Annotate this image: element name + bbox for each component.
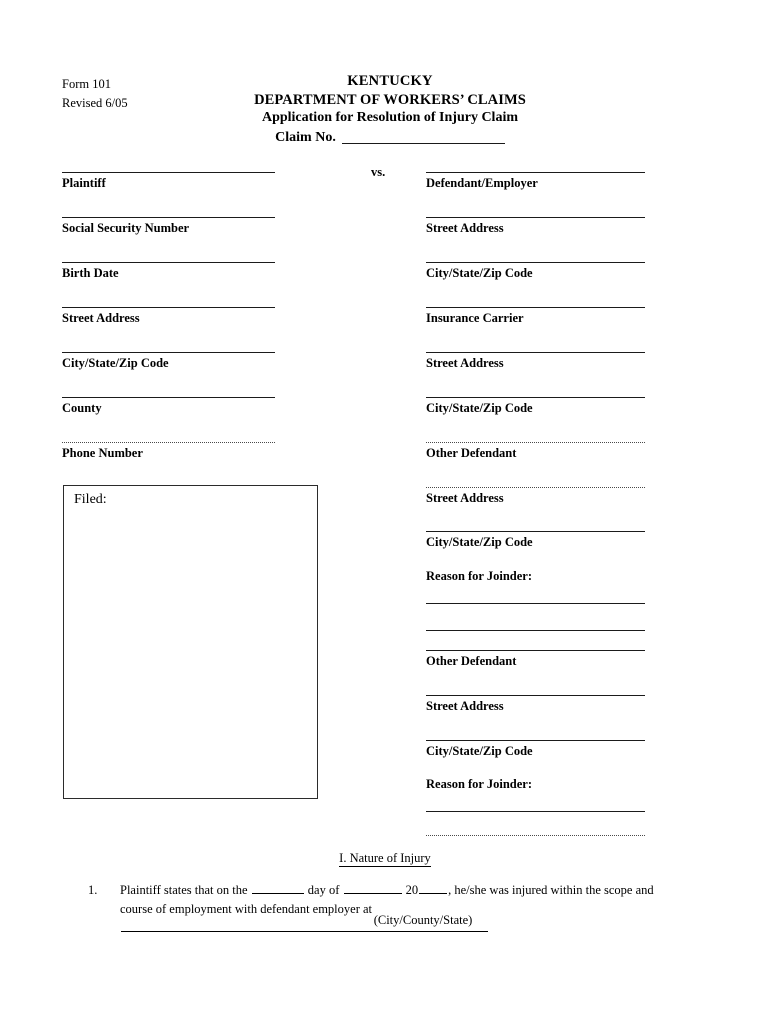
field-carrier-city-state-zip: City/State/Zip Code — [426, 397, 645, 416]
other-defendant-1-street-address-label: Street Address — [426, 491, 504, 505]
other-defendant-2-street-address-label: Street Address — [426, 699, 504, 713]
field-other-defendant-1-street-address: Street Address — [426, 487, 645, 506]
field-county: County — [62, 397, 275, 416]
form-meta: Form 101 Revised 6/05 — [62, 75, 128, 113]
injury-location-caption: (City/County/State) — [373, 913, 473, 927]
reason-for-joinder-2-line-1-input[interactable] — [426, 811, 645, 812]
item-1-text-part-3: 20 — [405, 883, 419, 897]
claim-number-input[interactable] — [341, 143, 505, 144]
item-1-text-part-1: Plaintiff states that on the — [120, 883, 248, 897]
field-other-defendant-1: Other Defendant — [426, 442, 645, 461]
field-plaintiff-street-address: Street Address — [62, 307, 275, 326]
plaintiff-street-address-label: Street Address — [62, 311, 140, 325]
field-other-defendant-1-city-state-zip: City/State/Zip Code — [426, 531, 645, 550]
joinder-2-line-2 — [426, 835, 645, 836]
form-subtitle: Application for Resolution of Injury Cla… — [261, 110, 519, 125]
form-page: Form 101 Revised 6/05 KENTUCKY DEPARTMEN… — [0, 0, 770, 1024]
defendant-street-address-label: Street Address — [426, 221, 504, 235]
field-other-defendant-2-street-address: Street Address — [426, 695, 645, 714]
injury-month-input[interactable] — [343, 881, 402, 894]
other-defendant-2-label: Other Defendant — [426, 654, 517, 668]
field-defendant-employer: Defendant/Employer — [426, 172, 645, 191]
section-one-item-1: 1. Plaintiff states that on the day of 2… — [88, 881, 688, 938]
field-carrier-street-address: Street Address — [426, 352, 645, 371]
filed-label: Filed: — [74, 492, 107, 507]
carrier-street-address-label: Street Address — [426, 356, 504, 370]
item-1-body: Plaintiff states that on the day of 20, … — [120, 881, 688, 938]
joinder-1-label-block: Reason for Joinder: — [426, 568, 532, 587]
birth-date-label: Birth Date — [62, 266, 119, 280]
phone-number-label: Phone Number — [62, 446, 143, 460]
document-title-block: KENTUCKY DEPARTMENT OF WORKERS’ CLAIMS A… — [180, 72, 600, 147]
reason-for-joinder-2-line-2-input[interactable] — [426, 835, 645, 836]
defendant-city-state-zip-label: City/State/Zip Code — [426, 266, 533, 280]
field-defendant-city-state-zip: City/State/Zip Code — [426, 262, 645, 281]
form-number: Form 101 — [62, 77, 111, 91]
joinder-1-line-2 — [426, 630, 645, 631]
injury-year-input[interactable] — [419, 881, 448, 894]
other-defendant-1-city-state-zip-label: City/State/Zip Code — [426, 535, 533, 549]
reason-for-joinder-1-line-2-input[interactable] — [426, 630, 645, 631]
field-insurance-carrier: Insurance Carrier — [426, 307, 645, 326]
carrier-city-state-zip-label: City/State/Zip Code — [426, 401, 533, 415]
insurance-carrier-label: Insurance Carrier — [426, 311, 524, 325]
other-defendant-1-label: Other Defendant — [426, 446, 517, 460]
field-other-defendant-2-city-state-zip: City/State/Zip Code — [426, 740, 645, 759]
plaintiff-label: Plaintiff — [62, 176, 106, 190]
form-revision-date: Revised 6/05 — [62, 96, 128, 110]
field-plaintiff: Plaintiff — [62, 172, 275, 191]
field-birth-date: Birth Date — [62, 262, 275, 281]
field-other-defendant-2: Other Defendant — [426, 650, 645, 669]
joinder-2-label-block: Reason for Joinder: — [426, 776, 532, 795]
injury-day-input[interactable] — [251, 881, 304, 894]
joinder-2-line-1 — [426, 811, 645, 812]
section-one-heading: I. Nature of Injury — [0, 851, 770, 867]
item-number: 1. — [88, 883, 98, 897]
versus-label: vs. — [371, 165, 386, 179]
field-defendant-street-address: Street Address — [426, 217, 645, 236]
other-defendant-2-city-state-zip-label: City/State/Zip Code — [426, 744, 533, 758]
field-plaintiff-city-state-zip: City/State/Zip Code — [62, 352, 275, 371]
section-one-heading-text: I. Nature of Injury — [339, 851, 431, 867]
field-phone-number: Phone Number — [62, 442, 275, 461]
field-social-security-number: Social Security Number — [62, 217, 275, 236]
page-title: KENTUCKY — [347, 73, 433, 89]
claim-number-label: Claim No. — [275, 129, 336, 145]
reason-for-joinder-2-label: Reason for Joinder: — [426, 777, 533, 791]
county-label: County — [62, 401, 102, 415]
item-1-text-part-2: day of — [307, 883, 340, 897]
social-security-number-label: Social Security Number — [62, 221, 190, 235]
department-title: DEPARTMENT OF WORKERS’ CLAIMS — [254, 91, 526, 108]
claim-number-row: Claim No. — [180, 129, 600, 148]
joinder-1-line-1 — [426, 603, 645, 604]
reason-for-joinder-1-line-1-input[interactable] — [426, 603, 645, 604]
filed-stamp-box[interactable]: Filed: — [63, 485, 318, 799]
plaintiff-city-state-zip-label: City/State/Zip Code — [62, 356, 169, 370]
reason-for-joinder-1-label: Reason for Joinder: — [426, 569, 533, 583]
defendant-employer-label: Defendant/Employer — [426, 176, 538, 190]
